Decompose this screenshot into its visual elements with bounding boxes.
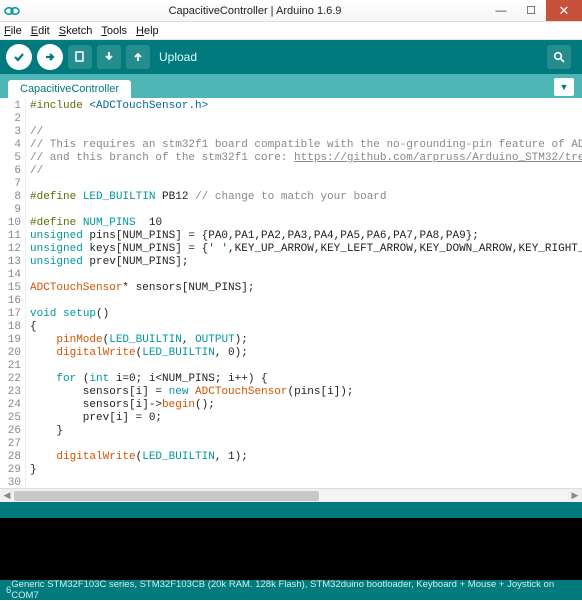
tab-menu-button[interactable]: ▼ xyxy=(554,78,574,96)
maximize-button[interactable]: ☐ xyxy=(516,0,546,21)
tab-active[interactable]: CapacitiveController xyxy=(8,80,131,98)
code-editor[interactable]: 1234567891011121314151617181920212223242… xyxy=(0,98,582,488)
console-output xyxy=(0,518,582,580)
menu-tools[interactable]: Tools xyxy=(101,25,127,37)
menu-file[interactable]: File xyxy=(4,25,22,37)
message-bar xyxy=(0,502,582,518)
line-gutter: 1234567891011121314151617181920212223242… xyxy=(0,98,26,488)
close-button[interactable]: ✕ xyxy=(546,0,582,21)
save-button[interactable] xyxy=(126,45,150,69)
new-button[interactable] xyxy=(68,45,92,69)
scrollbar-thumb[interactable] xyxy=(14,491,319,501)
menu-help[interactable]: Help xyxy=(136,25,159,37)
menubar: File Edit Sketch Tools Help xyxy=(0,22,582,40)
scroll-right-icon[interactable]: ▶ xyxy=(568,490,582,501)
minimize-button[interactable]: — xyxy=(486,0,516,21)
window-title: CapacitiveController | Arduino 1.6.9 xyxy=(24,5,486,17)
menu-edit[interactable]: Edit xyxy=(31,25,50,37)
toolbar: Upload xyxy=(0,40,582,74)
tabs-bar: CapacitiveController ▼ xyxy=(0,74,582,98)
arduino-logo-icon xyxy=(4,3,20,19)
board-info: Generic STM32F103C series, STM32F103CB (… xyxy=(11,579,576,601)
horizontal-scrollbar[interactable]: ◀ ▶ xyxy=(0,488,582,502)
status-bar: 6 Generic STM32F103C series, STM32F103CB… xyxy=(0,580,582,600)
serial-monitor-button[interactable] xyxy=(547,45,571,69)
code-area[interactable]: #include <ADCTouchSensor.h> // // This r… xyxy=(26,98,582,488)
verify-button[interactable] xyxy=(6,44,32,70)
upload-label: Upload xyxy=(159,50,197,64)
window-titlebar: CapacitiveController | Arduino 1.6.9 — ☐… xyxy=(0,0,582,22)
open-button[interactable] xyxy=(97,45,121,69)
menu-sketch[interactable]: Sketch xyxy=(59,25,93,37)
upload-button[interactable] xyxy=(37,44,63,70)
scroll-left-icon[interactable]: ◀ xyxy=(0,490,14,501)
